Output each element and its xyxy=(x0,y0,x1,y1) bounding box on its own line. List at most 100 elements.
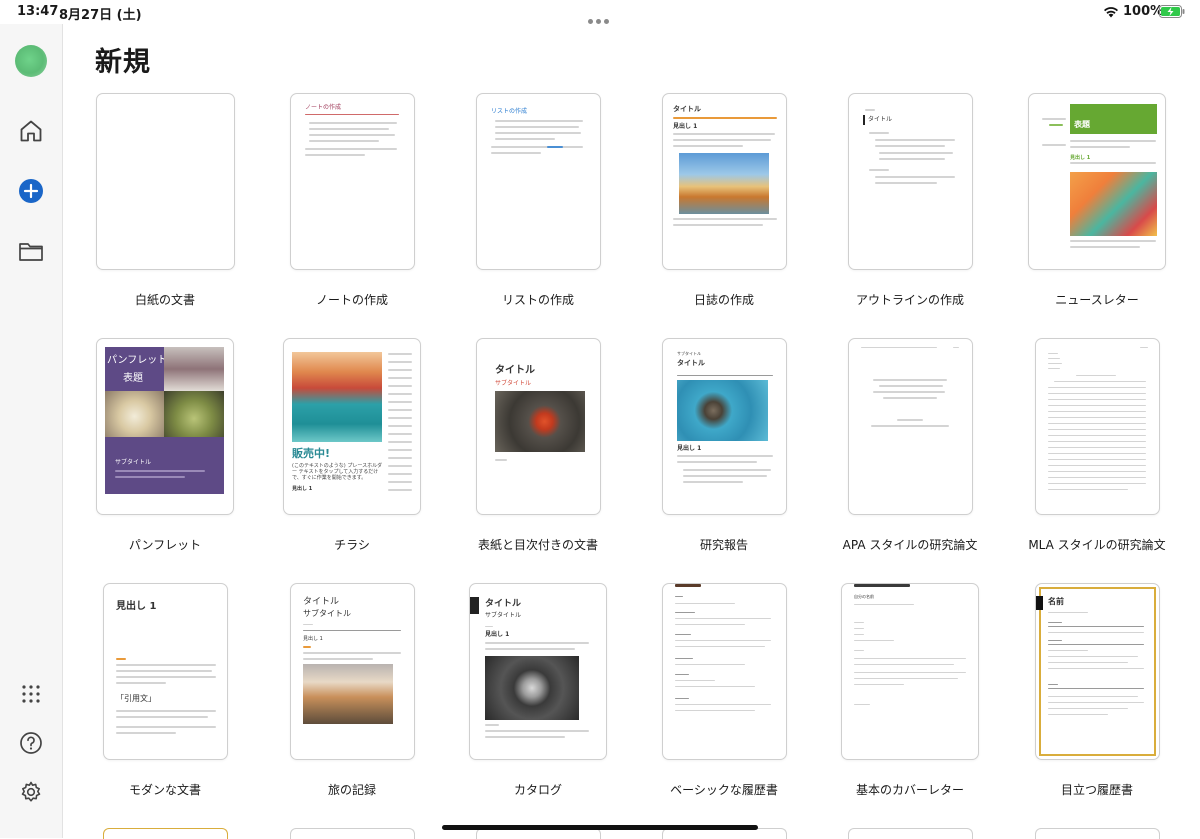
salad-photo xyxy=(164,391,224,437)
template-thumbnail: 販売中! (このテキストのような) プレースホルダー テキストをタップして入力す… xyxy=(283,338,421,515)
thumb-heading: 自分の名前 xyxy=(854,594,874,599)
battery-charging-icon xyxy=(1159,5,1185,18)
thumb-heading: タイトル xyxy=(677,359,705,367)
gear-photo xyxy=(485,656,579,720)
template-mla[interactable]: MLA スタイルの研究論文 xyxy=(1004,338,1190,568)
multitasking-dots-icon[interactable] xyxy=(588,9,612,24)
sidebar-item-new[interactable] xyxy=(15,175,47,207)
template-travel[interactable]: タイトル サブタイトル 見出し 1 旅の記録 xyxy=(259,583,445,813)
template-thumbnail: タイトル サブタイトル 見出し 1 xyxy=(469,583,607,760)
thumb-heading: タイトル xyxy=(673,105,701,113)
thumb-subheading: サブタイトル xyxy=(495,380,532,387)
template-list[interactable]: リストの作成 リストの作成 xyxy=(445,93,631,323)
template-caption: カタログ xyxy=(513,783,562,797)
thumb-subheading: 見出し 1 xyxy=(673,123,698,130)
template-thumbnail: タイトル サブタイトル xyxy=(476,338,601,515)
template-caption: MLA スタイルの研究論文 xyxy=(1028,538,1166,552)
template-thumbnail xyxy=(1035,338,1160,515)
template-peek[interactable] xyxy=(290,828,415,839)
template-thumbnail xyxy=(848,338,973,515)
boats-photo xyxy=(292,352,382,442)
template-cover-toc[interactable]: タイトル サブタイトル 表紙と目次付きの文書 xyxy=(445,338,631,568)
template-thumbnail: ノートの作成 xyxy=(290,93,415,270)
template-caption: パンフレット xyxy=(128,538,202,552)
sidebar-item-home[interactable] xyxy=(15,115,47,147)
beach-photo xyxy=(679,153,769,214)
template-outline[interactable]: タイトル アウトラインの作成 xyxy=(817,93,1003,323)
template-modern[interactable]: 見出し 1 「引用文」 モダンな文書 xyxy=(72,583,258,813)
status-bar: 13:47 8月27日 (土) 100% xyxy=(0,0,1200,24)
thumb-subheading: 見出し 1 xyxy=(292,486,313,492)
folder-icon xyxy=(19,243,43,261)
template-thumbnail: パンフレットの 表題 サブタイトル xyxy=(96,338,234,515)
template-peek[interactable] xyxy=(1035,828,1160,839)
home-indicator[interactable] xyxy=(442,825,758,830)
template-thumbnail: タイトル サブタイトル 見出し 1 xyxy=(290,583,415,760)
template-thumbnail: サブタイトル タイトル 見出し 1 xyxy=(662,338,787,515)
home-icon xyxy=(20,120,42,142)
template-peek[interactable] xyxy=(103,828,228,839)
template-caption: 目立つ履歴書 xyxy=(1060,783,1133,797)
status-time: 13:47 xyxy=(17,4,59,19)
template-caption: 白紙の文書 xyxy=(134,293,195,307)
fruit-photo xyxy=(1070,172,1157,236)
thumb-subheading: 見出し 1 xyxy=(1070,155,1091,161)
newsletter-banner: 表題 xyxy=(1070,104,1157,134)
template-thumbnail xyxy=(96,93,235,270)
template-thumbnail: 名前 xyxy=(1035,583,1160,760)
thumb-heading: 名前 xyxy=(1048,597,1064,606)
thumb-body: (このテキストのような) プレースホルダー テキストをタップして入力するだけで、… xyxy=(292,463,383,481)
template-caption: モダンな文書 xyxy=(128,783,201,797)
template-caption: リストの作成 xyxy=(501,293,574,307)
grid-dots-icon xyxy=(22,685,40,703)
page-title: 新規 xyxy=(95,47,151,78)
template-caption: 研究報告 xyxy=(699,538,748,552)
pamphlet-title-block: パンフレットの 表題 xyxy=(105,347,177,391)
template-thumbnail: タイトル 見出し 1 xyxy=(662,93,787,270)
template-blank[interactable]: 白紙の文書 xyxy=(72,93,258,323)
wifi-icon xyxy=(1104,7,1118,18)
template-basic-resume[interactable]: ベーシックな履歴書 xyxy=(631,583,817,813)
template-caption: ニュースレター xyxy=(1055,293,1139,307)
thumb-heading: タイトル xyxy=(303,597,340,607)
template-cover-letter[interactable]: 自分の名前 基本のカバーレター xyxy=(817,583,1003,813)
sidebar-avatar-button[interactable] xyxy=(15,45,47,77)
thumb-heading: リストの作成 xyxy=(491,108,528,115)
thumb-heading-2: 表題 xyxy=(123,373,143,384)
template-note[interactable]: ノートの作成 ノートの作成 xyxy=(259,93,445,323)
thumb-heading: タイトル xyxy=(495,365,535,376)
template-caption: チラシ xyxy=(334,538,370,552)
food-photo xyxy=(105,391,164,437)
template-journal[interactable]: タイトル 見出し 1 日誌の作成 xyxy=(631,93,817,323)
template-pamphlet[interactable]: パンフレットの 表題 サブタイトル パンフレット xyxy=(72,338,258,568)
sidebar xyxy=(0,24,63,838)
template-caption: ベーシックな履歴書 xyxy=(670,783,778,797)
template-research[interactable]: サブタイトル タイトル 見出し 1 研究報告 xyxy=(631,338,817,568)
thumb-quote: 「引用文」 xyxy=(116,694,156,703)
sidebar-item-settings[interactable] xyxy=(15,776,47,808)
thumb-heading: ノートの作成 xyxy=(305,104,342,111)
sidebar-item-help[interactable] xyxy=(15,727,47,759)
template-newsletter[interactable]: 表題 見出し 1 ニュースレター xyxy=(1004,93,1190,323)
thumb-subheading: 見出し 1 xyxy=(677,445,702,452)
avatar xyxy=(15,45,47,77)
sidebar-item-apps[interactable] xyxy=(15,678,47,710)
question-icon xyxy=(20,732,42,754)
template-thumbnail: 表題 見出し 1 xyxy=(1028,93,1166,270)
template-stand-out-resume[interactable]: 名前 目立つ履歴書 xyxy=(1004,583,1190,813)
thumb-subheading: サブタイトル xyxy=(115,459,152,466)
thumb-heading: 表題 xyxy=(1074,120,1090,129)
cafe-photo xyxy=(164,347,224,391)
template-thumbnail xyxy=(662,583,787,760)
thumb-heading: タイトル xyxy=(868,116,893,123)
thumb-eyebrow: サブタイトル xyxy=(677,351,701,356)
template-apa[interactable]: APA スタイルの研究論文 xyxy=(817,338,1003,568)
template-caption: 旅の記録 xyxy=(327,783,376,797)
thumb-subheading: サブタイトル xyxy=(303,609,351,618)
template-peek[interactable] xyxy=(848,828,973,839)
template-catalog[interactable]: タイトル サブタイトル 見出し 1 カタログ xyxy=(445,583,631,813)
template-flyer[interactable]: 販売中! (このテキストのような) プレースホルダー テキストをタップして入力す… xyxy=(259,338,445,568)
thumb-heading: 販売中! xyxy=(292,447,331,460)
sidebar-item-open[interactable] xyxy=(15,235,47,267)
template-caption: ノートの作成 xyxy=(315,293,388,307)
